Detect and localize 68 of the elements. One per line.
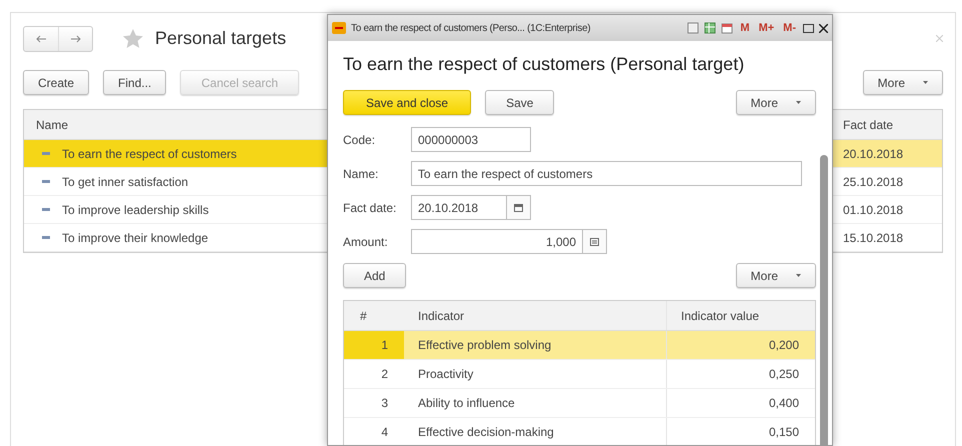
calculator-icon (590, 238, 599, 246)
document-icon[interactable] (687, 22, 700, 34)
form-heading: To earn the respect of customers (Personal target) (342, 53, 746, 76)
calendar-icon (514, 204, 523, 212)
value-cell: 0,400 (666, 389, 815, 417)
more-button[interactable]: More (862, 70, 943, 95)
save-and-close-button[interactable]: Save and close (343, 90, 472, 115)
add-button[interactable]: Add (343, 263, 406, 288)
toolbar-button[interactable]: Find... (103, 70, 166, 95)
indicator-cell-text: Proactivity (417, 366, 474, 383)
row-number: 1 (344, 331, 404, 359)
toolbar-button[interactable]: Create (23, 70, 90, 95)
field-label: Code: (343, 132, 376, 148)
forward-arrow-icon (70, 34, 82, 42)
memory-button[interactable]: M+ (756, 20, 776, 36)
table-icon[interactable] (704, 22, 716, 34)
column-header: Indicator value (666, 301, 815, 330)
dialog-title: To earn the respect of customers (Perso... (1C:Enterprise) (351, 22, 592, 36)
column-header: # (359, 308, 368, 324)
memory-button[interactable]: M- (781, 20, 798, 36)
item-icon (42, 236, 50, 239)
window-title: Personal targets (155, 27, 286, 50)
caret-icon (796, 101, 801, 104)
calendar-button[interactable] (507, 195, 531, 220)
item-icon (42, 208, 50, 211)
value-cell: 0,200 (666, 331, 815, 359)
field-label: Name: (343, 166, 380, 182)
row-name: To get inner satisfaction (62, 174, 188, 190)
item-icon (42, 152, 50, 155)
input-field[interactable]: 000000003 (411, 127, 531, 152)
table-row[interactable]: 1 Effective problem solving 0,200 (344, 331, 815, 360)
calculator-button[interactable] (583, 229, 607, 254)
back-arrow-icon (35, 34, 47, 42)
value-cell: 0,250 (666, 360, 815, 388)
table-row[interactable]: 4 Effective decision-making 0,150 (344, 418, 815, 445)
calendar-icon[interactable] (721, 22, 734, 34)
memory-button[interactable]: M (738, 20, 752, 36)
field-label: Amount: (343, 234, 389, 250)
caret-icon (796, 274, 801, 277)
row-name: To improve leadership skills (62, 202, 209, 218)
indicator-cell-text: Effective problem solving (417, 337, 552, 354)
row-date: 20.10.2018 (830, 140, 942, 167)
more-button[interactable]: More (736, 263, 816, 288)
row-number: 3 (380, 395, 389, 412)
scrollbar[interactable] (820, 155, 828, 445)
maximize-icon[interactable] (803, 24, 814, 32)
more-button[interactable]: More (736, 90, 816, 115)
indicator-cell-text: Ability to influence (417, 395, 516, 412)
input-field[interactable]: 20.10.2018 (411, 195, 507, 220)
item-icon (42, 180, 50, 183)
close-icon[interactable] (819, 24, 828, 32)
star-icon[interactable] (123, 29, 143, 48)
column-header: Indicator (417, 308, 466, 324)
column-header: Name (36, 116, 68, 134)
row-number: 2 (380, 366, 389, 383)
save-button[interactable]: Save (485, 90, 554, 115)
value-cell: 0,150 (666, 418, 815, 445)
row-name: To earn the respect of customers (62, 146, 237, 162)
row-name: To improve their knowledge (62, 230, 208, 246)
input-field[interactable]: To earn the respect of customers (410, 161, 802, 186)
table-row[interactable]: 2 Proactivity 0,250 (344, 360, 815, 389)
input-field[interactable]: 1,000 (411, 229, 583, 254)
caret-icon (923, 81, 928, 84)
table-row[interactable]: 3 Ability to influence 0,400 (344, 389, 815, 418)
app-logo-icon (332, 22, 346, 34)
row-number: 4 (380, 424, 389, 441)
field-label: Fact date: (343, 200, 398, 216)
indicator-cell-text: Effective decision-making (417, 424, 555, 441)
